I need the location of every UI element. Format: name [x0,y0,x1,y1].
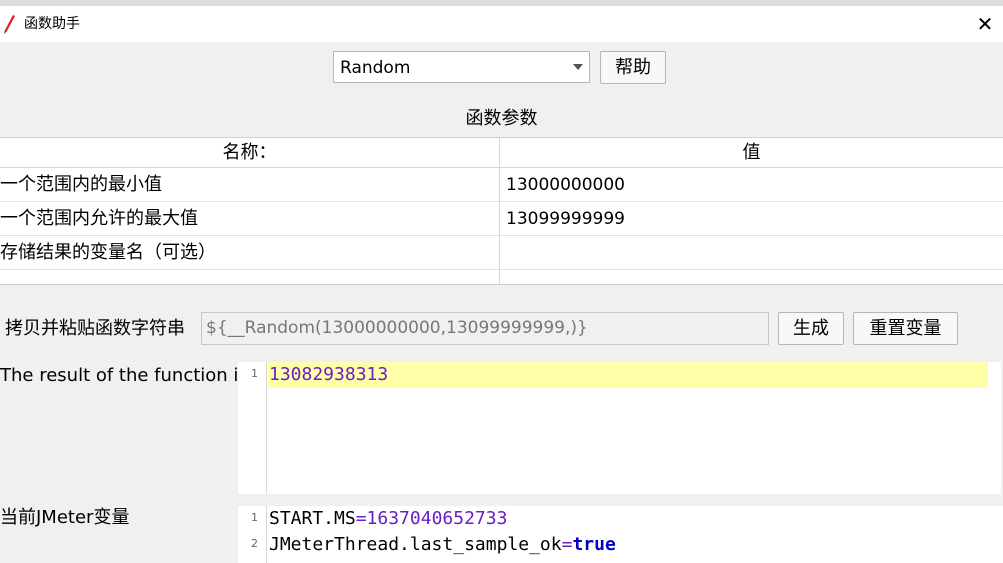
variable-equals: = [355,508,367,529]
column-header-value[interactable]: 值 [500,142,1003,164]
function-string-field[interactable]: ${__Random(13000000000,13099999999,)} [201,312,769,345]
window-title: 函数助手 [24,16,80,32]
param-name-cell: 一个范围内允许的最大值 [0,208,198,229]
params-section-title: 函数参数 [465,108,538,129]
result-text-area[interactable]: 1 13082938313 [238,362,1001,494]
help-button[interactable]: 帮助 [600,51,666,84]
code-line: 1 START.MS=1637040652733 [238,506,1003,532]
result-label: The result of the function is [0,365,248,386]
variable-value: 1637040652733 [366,508,508,529]
table-row[interactable]: 一个范围内的最小值 13000000000 [0,168,1003,202]
reset-variables-button[interactable]: 重置变量 [853,312,958,345]
param-name-cell: 一个范围内的最小值 [0,174,162,195]
jmeter-variables-label: 当前JMeter变量 [0,507,130,528]
params-table: 名称： 值 一个范围内的最小值 13000000000 一个范围内允许的最大值 … [0,137,1003,285]
variable-value: true [572,534,616,555]
table-row[interactable]: 一个范围内允许的最大值 13099999999 [0,202,1003,236]
code-line: 2 JMeterThread.last_sample_ok=true [238,532,1003,558]
variable-key: START.MS [269,508,356,529]
table-row[interactable]: 存储结果的变量名（可选） [0,236,1003,270]
line-number: 2 [251,537,258,550]
variable-equals: = [561,534,573,555]
param-name-cell: 存储结果的变量名（可选） [0,242,216,263]
code-line: 1 13082938313 [238,362,1001,388]
feather-icon [2,14,16,34]
variable-entry[interactable]: JMeterThread.last_sample_ok=true [269,534,616,556]
param-value-cell[interactable]: 13000000000 [506,175,625,195]
function-select[interactable]: Random [333,51,590,83]
chevron-down-icon[interactable] [573,64,583,70]
copy-string-label: 拷贝并粘贴函数字符串 [5,318,185,339]
line-number: 1 [251,367,258,380]
table-header: 名称： 值 [0,138,1003,168]
function-helper-dialog: 函数助手 ✕ Random 帮助 函数参数 名称： 值 一个范围内的最小值 13… [0,0,1003,563]
variable-key: JMeterThread.last_sample_ok [269,534,562,555]
close-icon[interactable]: ✕ [973,12,997,36]
function-select-value: Random [340,58,411,78]
param-value-cell[interactable]: 13099999999 [506,209,625,229]
result-value[interactable]: 13082938313 [269,364,388,386]
variables-text-area[interactable]: 1 START.MS=1637040652733 2 JMeterThread.… [238,506,1003,563]
line-number: 1 [251,511,258,524]
column-header-name[interactable]: 名称： [0,142,499,164]
variable-entry[interactable]: START.MS=1637040652733 [269,508,507,530]
title-bar: 函数助手 ✕ [0,6,1003,42]
generate-button[interactable]: 生成 [778,312,844,345]
column-divider [499,138,500,284]
